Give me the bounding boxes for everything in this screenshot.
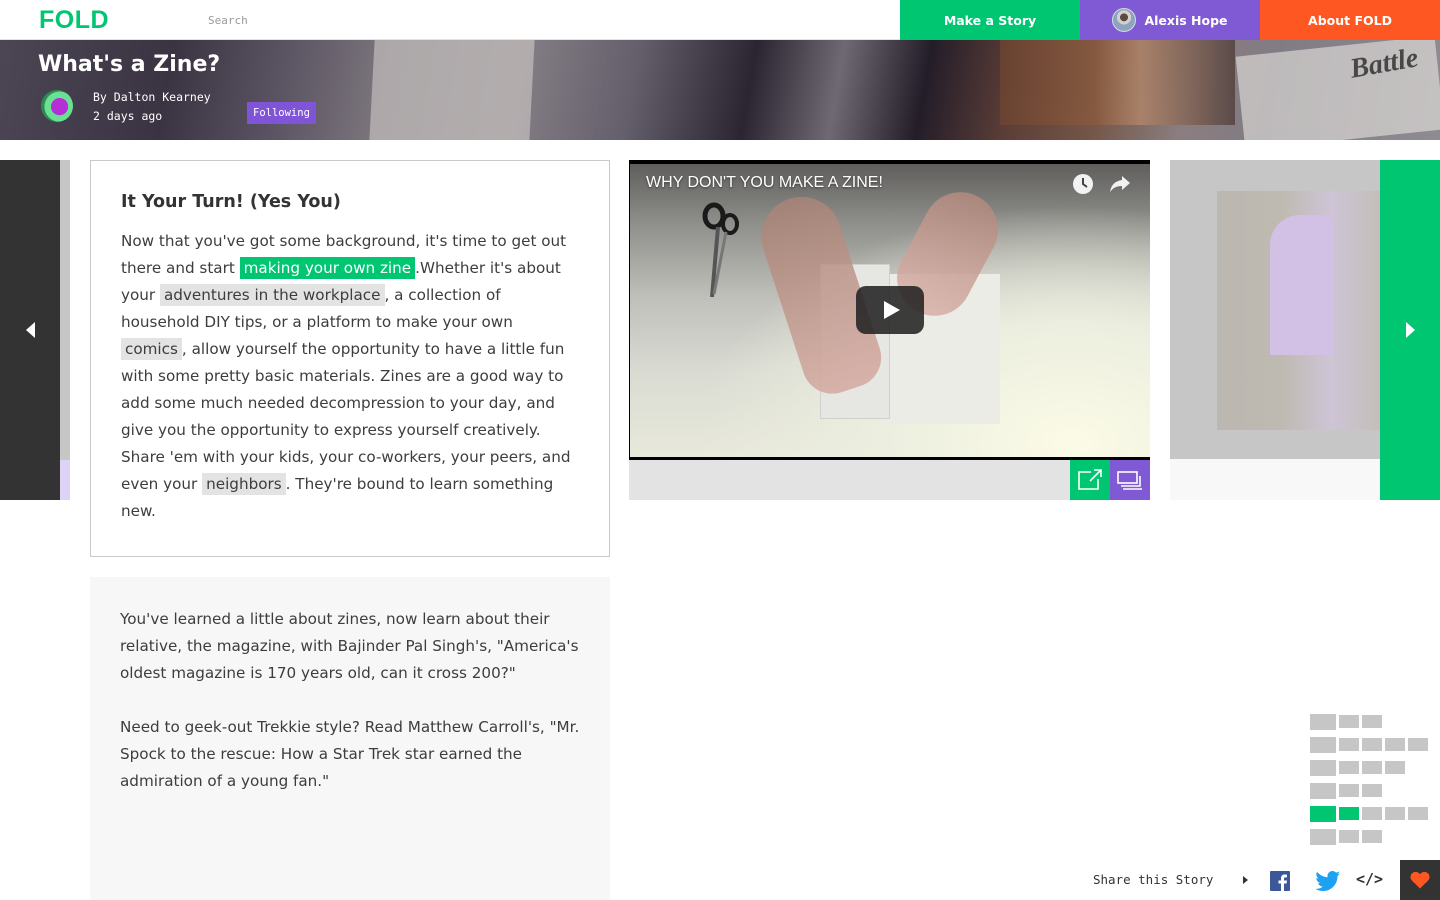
cards-icon [1117, 471, 1142, 490]
expand-icon [1078, 469, 1102, 490]
next-card-button[interactable] [1380, 160, 1440, 500]
context-link[interactable]: adventures in the workplace [159, 284, 385, 306]
banner-zine-page [369, 40, 535, 140]
play-button[interactable] [856, 286, 924, 334]
twitter-icon[interactable] [1315, 871, 1341, 892]
user-name: Alexis Hope [1144, 12, 1228, 28]
story-map-card-current[interactable] [1339, 807, 1359, 820]
like-button[interactable] [1400, 860, 1440, 900]
story-map-card[interactable] [1339, 715, 1359, 728]
next-card-thumbnail [1170, 160, 1380, 459]
story-map [1310, 713, 1430, 845]
make-story-button[interactable]: Make a Story [900, 0, 1080, 40]
play-icon [884, 301, 900, 319]
thumbnail-scissors [702, 202, 739, 298]
story-map-row [1310, 828, 1430, 845]
story-map-row [1310, 736, 1430, 753]
related-cards-button[interactable] [1110, 460, 1150, 500]
text-card-related-reading: You've learned a little about zines, now… [90, 577, 610, 900]
story-map-card[interactable] [1339, 784, 1359, 797]
story-map-card[interactable] [1385, 738, 1405, 751]
story-map-row [1310, 805, 1430, 822]
author-name[interactable]: By Dalton Kearney [93, 88, 211, 107]
story-map-card[interactable] [1362, 807, 1382, 820]
previous-card-button[interactable] [0, 160, 60, 500]
paragraph: You've learned a little about zines, now… [120, 610, 579, 682]
story-map-node[interactable] [1310, 782, 1336, 799]
facebook-icon[interactable] [1270, 871, 1290, 891]
byline: By Dalton Kearney 2 days ago [93, 88, 211, 126]
paragraph: Need to geek-out Trekkie style? Read Mat… [120, 718, 580, 790]
user-menu-button[interactable]: Alexis Hope [1080, 0, 1260, 40]
chevron-left-icon [25, 322, 35, 338]
expand-button[interactable] [1070, 460, 1110, 500]
card-heading: It Your Turn! (Yes You) [121, 192, 341, 212]
story-map-card[interactable] [1339, 761, 1359, 774]
video-player[interactable]: WHY DON'T YOU MAKE A ZINE! [629, 160, 1150, 460]
text-card: It Your Turn! (Yes You) Now that you've … [90, 160, 610, 557]
story-map-card[interactable] [1362, 715, 1382, 728]
search-input[interactable] [208, 11, 608, 29]
story-map-card[interactable] [1339, 830, 1359, 843]
chevron-right-icon [1405, 322, 1415, 338]
heart-icon [1410, 871, 1430, 889]
story-map-card[interactable] [1362, 830, 1382, 843]
story-map-card[interactable] [1362, 761, 1382, 774]
about-fold-button[interactable]: About FOLD [1260, 0, 1440, 40]
story-title: What's a Zine? [38, 52, 221, 77]
card-body: Now that you've got some background, it'… [121, 228, 579, 525]
user-avatar [1112, 8, 1137, 32]
banner-photo [1000, 40, 1235, 125]
story-map-card[interactable] [1408, 738, 1428, 751]
story-map-card[interactable] [1385, 761, 1405, 774]
next-card-image-figure [1270, 215, 1333, 355]
share-arrow-icon[interactable] [1109, 174, 1131, 194]
story-map-node[interactable] [1310, 828, 1336, 845]
story-map-node-current[interactable] [1310, 805, 1336, 822]
embed-code-icon[interactable]: </> [1356, 870, 1383, 888]
next-card-peek[interactable] [1170, 160, 1380, 500]
story-map-card[interactable] [1362, 784, 1382, 797]
clock-icon[interactable] [1073, 174, 1093, 194]
body-text: , allow yourself the opportunity to have… [121, 340, 571, 493]
previous-card-peek-footer [60, 460, 70, 500]
story-map-card[interactable] [1339, 738, 1359, 751]
story-map-card[interactable] [1385, 807, 1405, 820]
story-map-row [1310, 713, 1430, 730]
about-fold-label: About FOLD [1308, 12, 1392, 28]
fold-logo[interactable]: FOLD [39, 7, 109, 33]
facebook-glyph [1278, 874, 1287, 891]
previous-card-peek [60, 160, 70, 460]
video-card: WHY DON'T YOU MAKE A ZINE! [629, 160, 1150, 500]
story-map-row [1310, 759, 1430, 776]
following-button[interactable]: Following [247, 102, 316, 124]
story-map-node[interactable] [1310, 759, 1336, 776]
story-map-row [1310, 782, 1430, 799]
author-avatar[interactable] [41, 90, 73, 122]
story-map-node[interactable] [1310, 713, 1336, 730]
top-nav: FOLD Make a Story Alexis Hope About FOLD [0, 0, 1440, 40]
context-link-active[interactable]: making your own zine [239, 257, 416, 279]
context-link[interactable]: comics [121, 338, 182, 360]
context-link[interactable]: neighbors [202, 473, 286, 495]
publish-time: 2 days ago [93, 109, 163, 123]
make-story-label: Make a Story [943, 12, 1037, 28]
story-map-card[interactable] [1408, 807, 1428, 820]
story-map-card[interactable] [1362, 738, 1382, 751]
video-title: WHY DON'T YOU MAKE A ZINE! [646, 174, 883, 191]
caret-right-icon [1243, 876, 1248, 884]
story-map-node[interactable] [1310, 736, 1336, 753]
share-story-label[interactable]: Share this Story [1093, 872, 1213, 887]
